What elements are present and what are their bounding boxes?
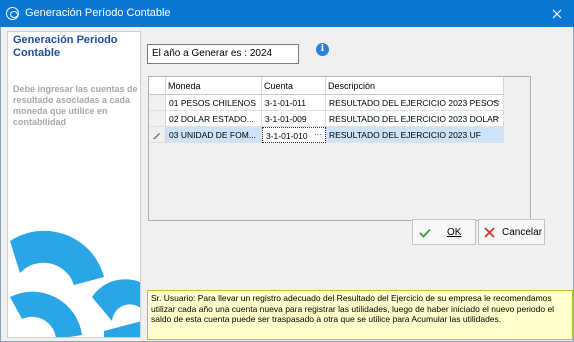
advice-note: Sr. Usuario: Para llevar un registro ade…	[147, 290, 573, 340]
column-header-moneda[interactable]: Moneda	[166, 77, 262, 95]
ok-button[interactable]: OK	[412, 219, 476, 245]
cell-descripcion[interactable]: RESULTADO DEL EJERCICIO 2023 PESOS ···	[326, 95, 504, 111]
column-header-descripcion[interactable]: Descripción	[326, 77, 504, 95]
cell-descripcion[interactable]: RESULTADO DEL EJERCICIO 2023 UF	[326, 127, 504, 143]
ellipsis-button[interactable]: ···	[314, 130, 322, 139]
cell-descripcion[interactable]: RESULTADO DEL EJERCICIO 2023 DOLAR ···	[326, 111, 504, 127]
side-panel-title: Generación Periodo Contable	[13, 34, 118, 59]
column-header-cuenta[interactable]: Cuenta	[262, 77, 326, 95]
cell-cuenta[interactable]: 3-1-01-011	[262, 95, 326, 111]
info-icon[interactable]: i	[316, 43, 329, 56]
side-panel: Generación Periodo Contable Debe ingresa…	[7, 31, 141, 338]
cell-cuenta-editor[interactable]: 3-1-01-010 ···	[262, 127, 326, 143]
pencil-icon	[153, 133, 160, 139]
grid-header-indicator	[149, 77, 166, 95]
cell-descripcion-text: RESULTADO DEL EJERCICIO 2023 DOLAR	[329, 114, 499, 124]
cancel-button-label: Cancelar	[502, 227, 543, 238]
title-bar: Generación Período Contable	[0, 0, 574, 27]
cell-moneda[interactable]: 01 PESOS CHILENOS	[166, 95, 262, 111]
ellipsis-button[interactable]: ···	[492, 97, 500, 106]
cell-cuenta[interactable]: 3-1-01-009	[262, 111, 326, 127]
close-button[interactable]	[540, 0, 574, 27]
brand-logo-icon	[10, 230, 140, 337]
row-indicator[interactable]	[149, 111, 166, 127]
row-indicator[interactable]	[149, 95, 166, 111]
ellipsis-button[interactable]: ···	[492, 113, 500, 122]
dialog-body: Generación Periodo Contable Debe ingresa…	[0, 27, 574, 342]
cell-moneda[interactable]: 02 DOLAR ESTADO...	[166, 111, 262, 127]
window-title: Generación Período Contable	[25, 7, 171, 19]
cancel-button[interactable]: Cancelar	[478, 219, 545, 245]
app-logo-icon	[6, 7, 19, 20]
row-indicator[interactable]	[149, 127, 166, 143]
cell-cuenta-text: 3-1-01-010	[266, 131, 308, 141]
year-field[interactable]: El año a Generar es : 2024	[147, 44, 299, 64]
close-icon	[552, 9, 562, 18]
x-icon	[484, 227, 495, 238]
ok-button-label: OK	[447, 227, 462, 238]
checkmark-icon	[419, 228, 431, 238]
cell-moneda[interactable]: 03 UNIDAD DE FOM...	[166, 127, 262, 143]
side-panel-description: Debe ingresar las cuentas de resultado a…	[13, 84, 138, 127]
accounts-grid[interactable]: Moneda Cuenta Descripción 01 PESOS CHILE…	[148, 76, 531, 221]
cell-descripcion-text: RESULTADO DEL EJERCICIO 2023 PESOS	[329, 98, 499, 108]
